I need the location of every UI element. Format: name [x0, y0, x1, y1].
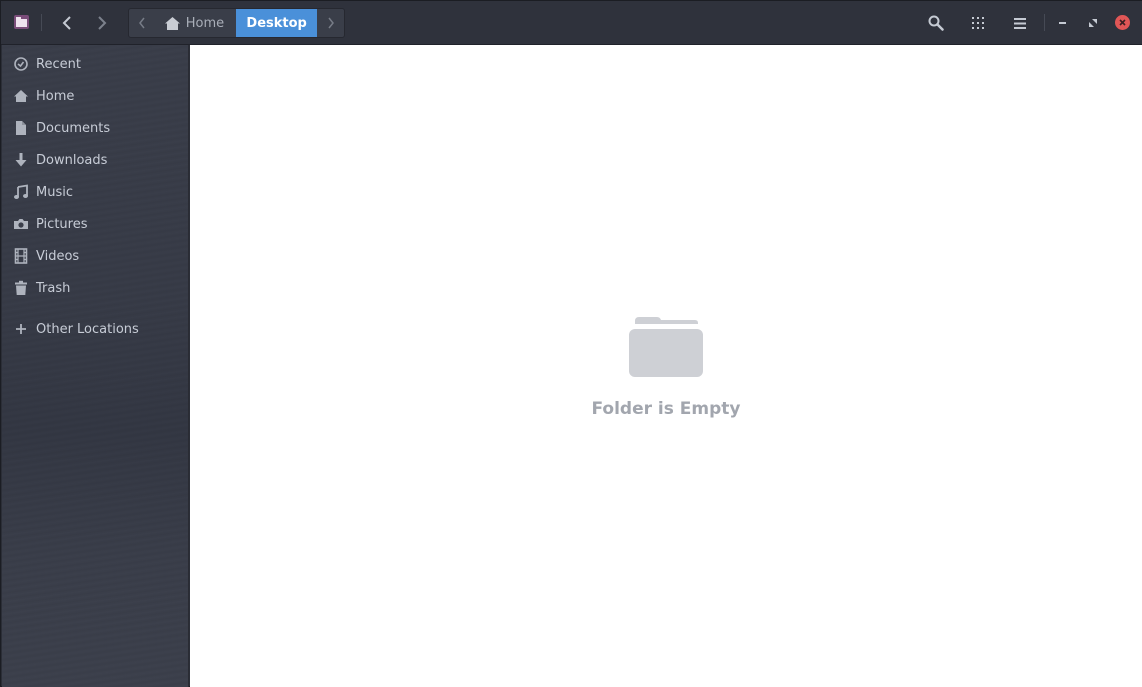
camera-icon	[14, 219, 28, 229]
home-icon	[14, 90, 28, 102]
path-bar: Home Desktop	[128, 8, 345, 38]
sidebar-item-label: Recent	[36, 56, 81, 72]
path-item-home[interactable]: Home	[156, 9, 236, 37]
sidebar-item-music[interactable]: Music	[2, 176, 189, 208]
sidebar-item-pictures[interactable]: Pictures	[2, 208, 189, 240]
sidebar-item-recent[interactable]: Recent	[2, 48, 189, 80]
forward-button[interactable]	[90, 11, 114, 35]
chevron-left-icon	[62, 16, 71, 30]
plus-icon	[16, 324, 26, 334]
search-icon	[928, 15, 944, 31]
sidebar-item-label: Trash	[36, 280, 71, 296]
close-button[interactable]	[1115, 15, 1130, 30]
maximize-button[interactable]	[1080, 11, 1106, 35]
view-grid-icon	[972, 17, 984, 29]
header-separator	[41, 14, 42, 31]
chevron-left-icon	[139, 17, 145, 29]
file-view[interactable]: Folder is Empty	[190, 45, 1142, 687]
path-scroll-left-button[interactable]	[129, 9, 156, 37]
trash-icon	[15, 280, 27, 295]
maximize-icon	[1089, 19, 1097, 27]
clock-icon	[14, 57, 28, 71]
sidebar-item-home[interactable]: Home	[2, 80, 189, 112]
sidebar-item-label: Pictures	[36, 216, 88, 232]
document-icon	[16, 121, 26, 135]
download-icon	[15, 153, 27, 167]
folder-icon	[629, 317, 703, 377]
back-button[interactable]	[55, 11, 79, 35]
path-scroll-right-button[interactable]	[317, 9, 344, 37]
search-button[interactable]	[923, 11, 949, 35]
sidebar-item-videos[interactable]: Videos	[2, 240, 189, 272]
chevron-right-icon	[98, 16, 107, 30]
sidebar-item-documents[interactable]: Documents	[2, 112, 189, 144]
minimize-button[interactable]	[1050, 11, 1076, 35]
sidebar-item-trash[interactable]: Trash	[2, 272, 189, 304]
menu-icon	[1014, 17, 1026, 29]
sidebar-item-label: Home	[36, 88, 75, 104]
view-toggle-button[interactable]	[965, 11, 991, 35]
sidebar-item-downloads[interactable]: Downloads	[2, 144, 189, 176]
path-item-label: Home	[185, 15, 225, 31]
sidebar-item-label: Other Locations	[36, 321, 139, 337]
chevron-right-icon	[328, 17, 334, 29]
header-bar: Home Desktop	[1, 1, 1142, 45]
film-icon	[14, 248, 28, 264]
sidebar-item-other-locations[interactable]: Other Locations	[2, 313, 189, 345]
music-icon	[14, 184, 28, 199]
close-icon	[1119, 19, 1126, 26]
path-item-desktop[interactable]: Desktop	[236, 9, 318, 37]
minimize-icon	[1059, 22, 1066, 24]
home-icon	[164, 16, 180, 30]
menu-button[interactable]	[1007, 11, 1033, 35]
empty-folder-message: Folder is Empty	[591, 399, 741, 419]
sidebar-item-label: Music	[36, 184, 73, 200]
sidebar-item-label: Videos	[36, 248, 80, 264]
path-item-label: Desktop	[246, 15, 307, 31]
file-manager-icon	[14, 15, 29, 29]
sidebar-item-label: Documents	[36, 120, 111, 136]
file-manager-window: Home Desktop Recent Home Documents Downl…	[0, 0, 1142, 687]
sidebar: Recent Home Documents Downloads Music Pi…	[2, 45, 189, 687]
sidebar-item-label: Downloads	[36, 152, 108, 168]
header-separator	[1044, 14, 1045, 31]
